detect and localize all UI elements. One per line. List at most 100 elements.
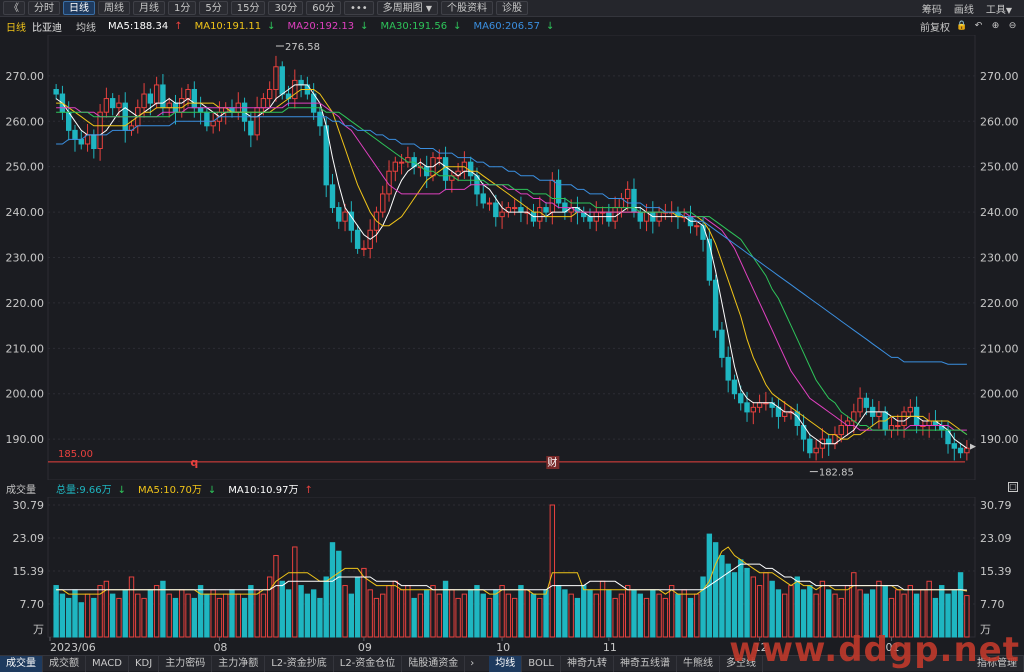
zoom-out-icon[interactable]: ⊖ <box>1007 21 1018 32</box>
volume-bar <box>763 572 769 638</box>
volume-bar <box>179 589 185 638</box>
price-tick-label-left: 250.00 <box>6 161 45 174</box>
candle-body <box>907 406 914 413</box>
lock-icon[interactable]: 🔒 <box>956 21 967 32</box>
ma60-value: MA60:206.57 ↓ <box>467 21 554 32</box>
event-marker-cai: 财 <box>547 456 557 469</box>
stock-profile-button[interactable]: 个股资料 <box>441 1 493 15</box>
draw-line-button[interactable]: 画线 <box>954 1 974 16</box>
tab-ma[interactable]: 均线 <box>489 655 523 672</box>
volume-bar <box>191 597 198 638</box>
candle-body <box>486 202 493 205</box>
tab-northbound[interactable]: 陆股通资金 <box>402 655 466 672</box>
candle-body <box>72 129 78 140</box>
volume-bar <box>675 593 681 638</box>
candle-body <box>926 420 932 427</box>
candle-body <box>91 134 97 150</box>
volume-bar <box>204 593 210 638</box>
tab-15min[interactable]: 15分 <box>230 1 266 15</box>
event-marker-q: q <box>190 456 198 469</box>
volume-bar <box>467 589 474 638</box>
candle-body <box>103 98 110 113</box>
candle-body <box>248 120 254 136</box>
candle-body <box>756 402 763 408</box>
ma60-text: MA60:206.57 <box>473 20 541 32</box>
tab-volume[interactable]: 成交量 <box>0 655 43 672</box>
x-tick-label: 2023/06 <box>50 641 96 654</box>
volume-bar <box>310 589 317 638</box>
price-tick-label-left: 220.00 <box>6 297 45 310</box>
candle-body <box>185 88 191 100</box>
candlestick-chart[interactable]: 270.00 270.00 260.00 260.00 250.00 250.00 240.… <box>0 35 1024 480</box>
tools-dropdown[interactable]: 工具▼ <box>986 1 1012 16</box>
volume-bar <box>386 585 392 638</box>
candle-body <box>813 447 819 454</box>
tab-intraday[interactable]: 分时 <box>28 1 60 15</box>
volume-bar <box>436 593 442 638</box>
tab-boll[interactable]: BOLL <box>522 655 561 672</box>
multi-period-dropdown[interactable]: 多周期图 ▼ <box>376 1 438 15</box>
volume-bar <box>744 567 750 638</box>
tab-1min[interactable]: 1分 <box>168 1 197 15</box>
volume-bar <box>273 555 279 638</box>
price-tick-label-left: 200.00 <box>6 388 45 401</box>
candle-body <box>260 98 267 109</box>
adjust-mode-button[interactable]: 前复权 <box>920 19 950 34</box>
tab-main-net[interactable]: 主力净额 <box>212 655 266 672</box>
volume-bar <box>248 585 254 638</box>
tab-monthly[interactable]: 月线 <box>133 1 165 15</box>
candle-body <box>97 111 103 150</box>
tab-main-code[interactable]: 主力密码 <box>159 655 213 672</box>
tab-weekly[interactable]: 周线 <box>98 1 130 15</box>
volume-bar <box>380 593 386 638</box>
tab-daily[interactable]: 日线 <box>63 1 95 15</box>
tab-30min[interactable]: 30分 <box>268 1 304 15</box>
tab-l2-bottom[interactable]: L2-资金抄底 <box>265 655 334 672</box>
tab-turnover[interactable]: 成交额 <box>43 655 86 672</box>
volume-bar <box>116 597 122 638</box>
tab-magic-five[interactable]: 神奇五线谱 <box>614 655 677 672</box>
volume-bar <box>292 546 298 638</box>
volume-bar <box>367 589 373 638</box>
candle-body <box>166 102 172 109</box>
price-tick-label-left: 270.00 <box>6 70 45 83</box>
volume-tick-label-left: 15.39 <box>13 565 45 578</box>
candle-body <box>612 207 618 222</box>
volume-bar <box>153 585 160 638</box>
tab-bull-bear[interactable]: 牛熊线 <box>677 655 720 672</box>
volume-ma10-text: MA10:10.97万 <box>228 484 299 496</box>
candle-body <box>398 161 405 164</box>
volume-bar <box>662 597 669 638</box>
more-periods-button[interactable]: ••• <box>343 1 374 15</box>
volume-bar <box>59 593 66 638</box>
chips-button[interactable]: 筹码 <box>922 1 942 16</box>
candle-body <box>738 393 744 404</box>
candle-body <box>160 84 166 109</box>
tab-magic-nine[interactable]: 神奇九转 <box>561 655 614 672</box>
zoom-in-icon[interactable]: ⊕ <box>990 21 1001 32</box>
chevron-right-icon[interactable]: › <box>465 658 479 669</box>
tab-kdj[interactable]: KDJ <box>129 655 160 672</box>
volume-bar <box>449 589 455 638</box>
x-tick-label: 09 <box>358 641 372 654</box>
volume-bar <box>794 576 800 638</box>
back-button[interactable]: 《 <box>3 1 25 15</box>
undo-icon[interactable]: ↶ <box>973 21 984 32</box>
stock-diagnosis-button[interactable]: 诊股 <box>496 1 528 15</box>
volume-bar <box>241 597 248 638</box>
tab-macd[interactable]: MACD <box>86 655 129 672</box>
candle-body <box>782 411 788 417</box>
volume-bar <box>66 597 72 638</box>
tab-5min[interactable]: 5分 <box>199 1 228 15</box>
volume-bar <box>266 576 273 638</box>
candle-body <box>863 397 870 408</box>
volume-bar <box>574 597 581 638</box>
tab-60min[interactable]: 60分 <box>306 1 341 15</box>
expand-volume-icon[interactable]: ▢ <box>1008 482 1018 492</box>
volume-bar <box>84 593 91 638</box>
volume-bar <box>336 550 342 638</box>
ma-setting-label[interactable]: 均线 <box>76 19 96 34</box>
candle-body <box>694 225 700 228</box>
candle-body <box>888 425 895 431</box>
tab-l2-position[interactable]: L2-资金仓位 <box>334 655 403 672</box>
